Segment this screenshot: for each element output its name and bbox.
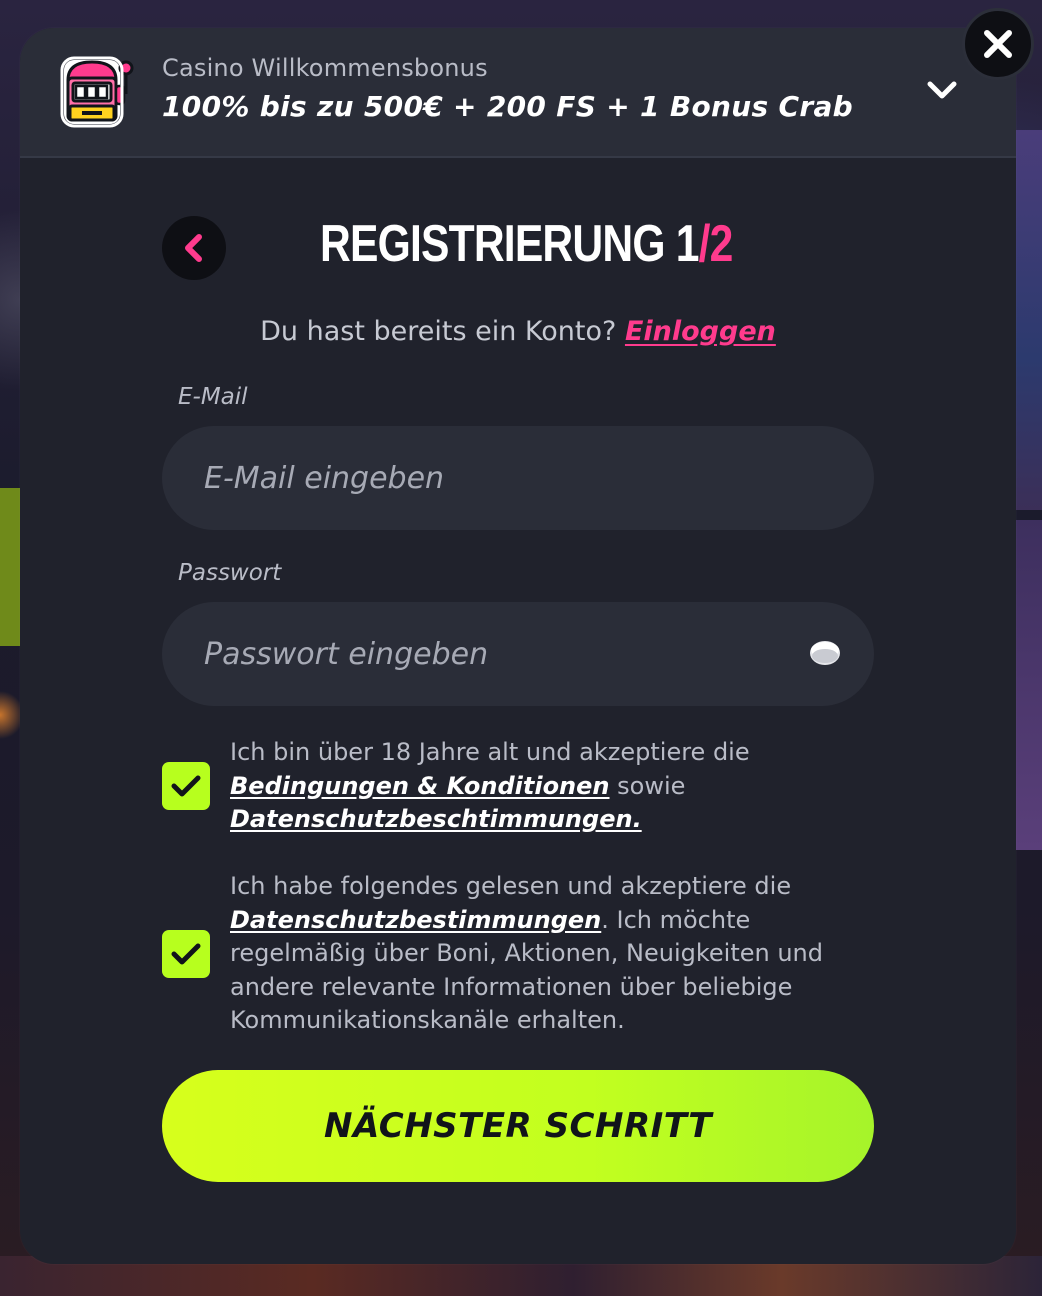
title-slash: /	[698, 215, 711, 273]
consent2-text: Ich habe folgendes gelesen und akzeptier…	[230, 872, 792, 900]
registration-modal: Casino Willkommensbonus 100% bis zu 500€…	[20, 28, 1016, 1264]
login-link[interactable]: Einloggen	[625, 316, 776, 347]
email-label: E-Mail	[178, 384, 248, 410]
chevron-left-icon	[185, 234, 202, 262]
background-tile	[0, 690, 22, 740]
privacy-link[interactable]: Datenschutzbestimmungen	[230, 906, 601, 934]
password-input[interactable]	[162, 602, 874, 706]
terms-link[interactable]: Bedingungen & Konditionen	[230, 772, 610, 800]
bonus-banner[interactable]: Casino Willkommensbonus 100% bis zu 500€…	[20, 28, 1016, 158]
slot-machine-icon	[60, 56, 134, 128]
background-tile	[0, 488, 22, 646]
login-prompt: Du hast bereits ein Konto? Einloggen	[20, 316, 1016, 347]
consent1-text: sowie	[609, 771, 686, 800]
close-button[interactable]	[962, 8, 1034, 80]
next-step-button[interactable]: NÄCHSTER SCHRITT	[162, 1070, 874, 1182]
age-terms-consent-text: Ich bin über 18 Jahre alt und akzeptiere…	[230, 736, 870, 837]
login-prompt-text: Du hast bereits ein Konto?	[260, 316, 625, 347]
checkmark-icon	[171, 943, 201, 965]
marketing-consent-checkbox[interactable]	[162, 930, 210, 978]
password-label: Passwort	[178, 560, 282, 586]
consent1-text: Ich bin über 18 Jahre alt und akzeptiere…	[230, 738, 750, 766]
chevron-down-icon[interactable]	[922, 76, 962, 106]
checkmark-icon	[171, 775, 201, 797]
bonus-label: Casino Willkommensbonus	[162, 54, 488, 82]
background-tile	[1012, 130, 1042, 510]
age-terms-checkbox[interactable]	[162, 762, 210, 810]
bonus-title: 100% bis zu 500€ + 200 FS + 1 Bonus Crab	[162, 90, 853, 123]
marketing-consent-text: Ich habe folgendes gelesen und akzeptier…	[230, 870, 870, 1038]
back-button[interactable]	[162, 216, 226, 280]
email-input[interactable]	[162, 426, 874, 530]
close-icon	[984, 30, 1012, 58]
background-tile	[1012, 520, 1042, 850]
privacy-link[interactable]: Datenschutzbeschtimmungen.	[230, 805, 642, 833]
title-step-total: 2	[709, 215, 734, 273]
page-title: REGISTRIERUNG 1/2	[320, 214, 733, 274]
eye-icon[interactable]	[808, 638, 842, 668]
title-step: REGISTRIERUNG 1	[320, 215, 699, 273]
